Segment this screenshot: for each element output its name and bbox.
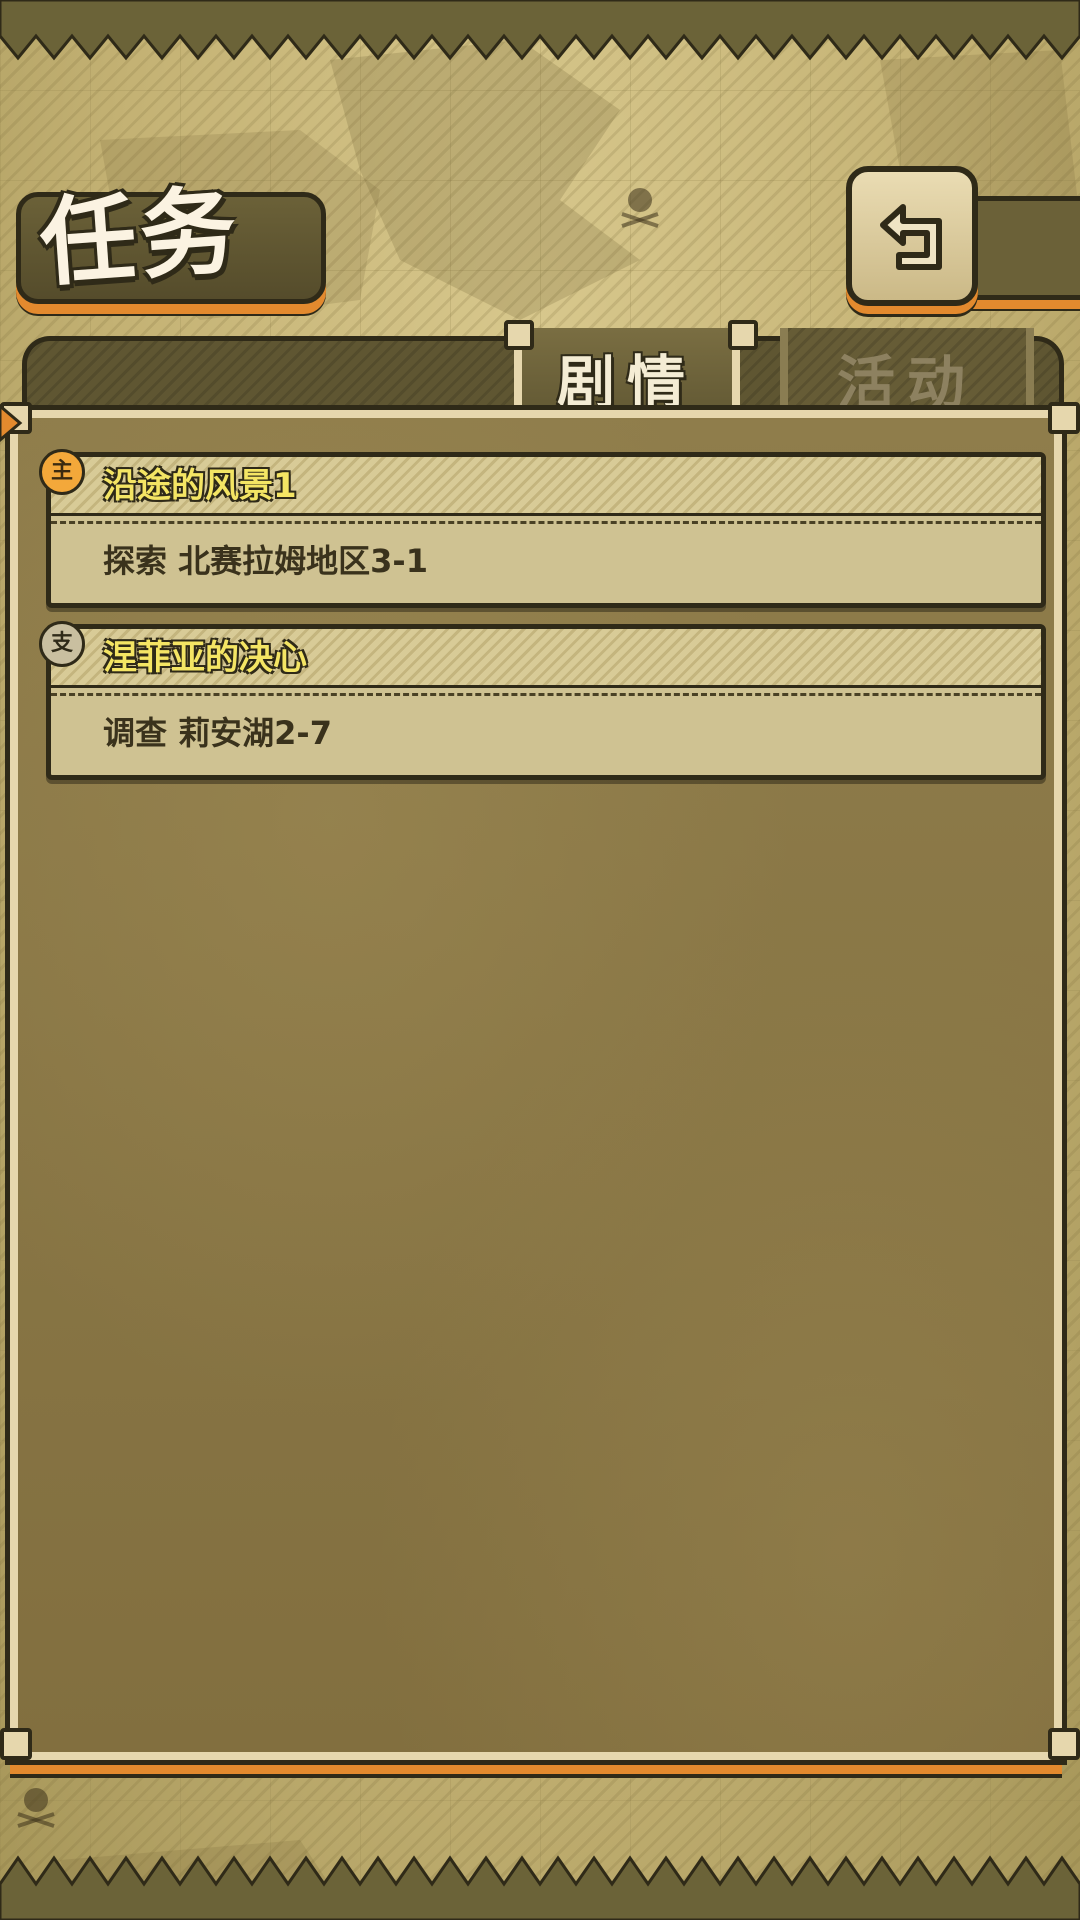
quest-title: 沿途的风景1 — [103, 466, 297, 506]
quest-objective: 调查 莉安湖2-7 — [103, 714, 332, 752]
skull-icon — [17, 1788, 55, 1828]
quest-divider — [51, 693, 1041, 696]
panel-corner — [1048, 1728, 1080, 1760]
back-arrow-icon — [880, 204, 942, 270]
top-border — [0, 0, 1080, 61]
quest-title: 涅菲亚的决心 — [103, 638, 307, 678]
quest-panel — [5, 405, 1067, 1765]
side-quest-badge-icon: 支 — [39, 621, 85, 667]
page-title: 任务 — [36, 173, 244, 300]
quest-card[interactable]: 支 涅菲亚的决心 调查 莉安湖2-7 — [39, 621, 1046, 780]
bottom-border — [0, 1855, 1080, 1920]
panel-corner — [0, 1728, 32, 1760]
quest-divider — [51, 521, 1041, 524]
panel-corner — [1048, 402, 1080, 434]
left-arrow-icon — [0, 404, 23, 442]
tab-cap — [504, 320, 534, 350]
main-quest-badge-icon: 主 — [39, 449, 85, 495]
tab-cap — [728, 320, 758, 350]
skull-icon — [621, 188, 659, 228]
quest-objective: 探索 北赛拉姆地区3-1 — [103, 542, 428, 580]
back-button[interactable] — [846, 166, 978, 306]
quest-card[interactable]: 主 沿途的风景1 探索 北赛拉姆地区3-1 — [39, 449, 1046, 608]
